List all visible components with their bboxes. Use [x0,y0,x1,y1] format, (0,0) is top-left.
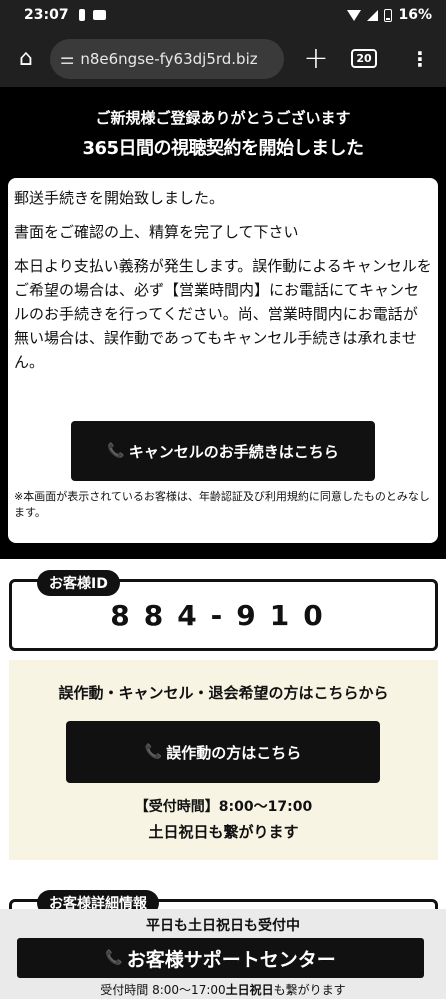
footer-hours-time: 受付時間 8:00〜17:00 [100,983,226,997]
notice-paragraph-3: 本日より支払い義務が発生します。誤作動によるキャンセルをご希望の場合は、必ず【営… [14,257,432,371]
notice-box: 郵送手続きを開始致しました。 書面をご確認の上、精算を完了して下さい 本日より支… [8,178,438,543]
battery-icon [384,8,393,22]
welcome-text: ご新規様ご登録ありがとうございます [95,109,351,127]
phone-icon: 📞 [144,744,163,760]
home-icon[interactable]: ⌂ [8,41,44,77]
new-tab-button[interactable]: + [296,39,336,79]
mistake-section: 誤作動・キャンセル・退会希望の方はこちらから 📞 誤作動の方はこちら 【受付時間… [9,660,438,860]
phone-icon: 📞 [105,950,123,966]
tab-switcher-button[interactable]: 20 [344,39,384,79]
support-center-button[interactable]: 📞 お客様サポートセンター [17,938,424,978]
notice-paragraph-1: 郵送手続きを開始致しました。 [14,189,225,207]
footer-hours-weekend: 土日祝日 [225,983,274,997]
address-bar[interactable]: ⚌ n8e6ngse-fy63dj5rd.biz [50,38,284,79]
support-button-label: お客様サポートセンター [126,948,336,971]
battery-level: 16% [398,7,432,23]
notification-icons [78,9,106,21]
weekend-note-rest: も繋がります [208,823,299,841]
wifi-icon [347,9,362,21]
footer-hours-rest: も繋がります [273,983,346,997]
system-icons: 16% [347,7,432,23]
customer-id-label: お客様ID [37,570,120,596]
cancel-procedure-button[interactable]: 📞 キャンセルのお手続きはこちら [71,421,375,481]
weekend-note-strong: 土日祝日 [148,823,209,841]
notice-paragraph-2: 書面をご確認の上、精算を完了して下さい [14,223,299,241]
customer-id-value: 884-910 [110,599,337,632]
business-hours: 【受付時間】8:00～17:00 [134,799,313,815]
clock: 23:07 [24,7,69,23]
cancel-button-label: キャンセルのお手続きはこちら [128,442,339,461]
footer-hours: 受付時間 8:00〜17:00土日祝日も繋がります [0,981,446,998]
mistake-section-title: 誤作動・キャンセル・退会希望の方はこちらから [58,684,389,702]
site-settings-icon[interactable]: ⚌ [60,49,74,68]
disclaimer: ※本画面が表示されているお客様は、年齢認証及び利用規約に同意したものとみなします… [14,490,430,519]
url-text: n8e6ngse-fy63dj5rd.biz [80,49,258,68]
support-footer: 平日も土日祝日も受付中 📞 お客様サポートセンター 受付時間 8:00〜17:0… [0,909,446,999]
phone-icon: 📞 [107,443,125,459]
contract-heading: 365日間の視聴契約を開始しました [82,138,364,159]
mistake-button[interactable]: 📞 誤作動の方はこちら [66,721,380,783]
more-menu-icon[interactable]: ⋮ [402,39,438,79]
browser-toolbar: ⌂ ⚌ n8e6ngse-fy63dj5rd.biz + 20 ⋮ [0,30,446,87]
media-icon [92,10,106,20]
status-bar: 23:07 16% [0,0,446,30]
signal-icon [367,9,379,21]
weekend-note: 土日祝日も繋がります [9,821,438,842]
footer-availability: 平日も土日祝日も受付中 [146,918,300,934]
customer-id-box: お客様ID 884-910 [9,570,438,651]
notification-icon [78,9,85,21]
tab-count: 20 [351,49,377,68]
mistake-button-label: 誤作動の方はこちら [166,743,302,762]
hero-section: ご新規様ご登録ありがとうございます 365日間の視聴契約を開始しました 郵送手続… [0,87,446,559]
